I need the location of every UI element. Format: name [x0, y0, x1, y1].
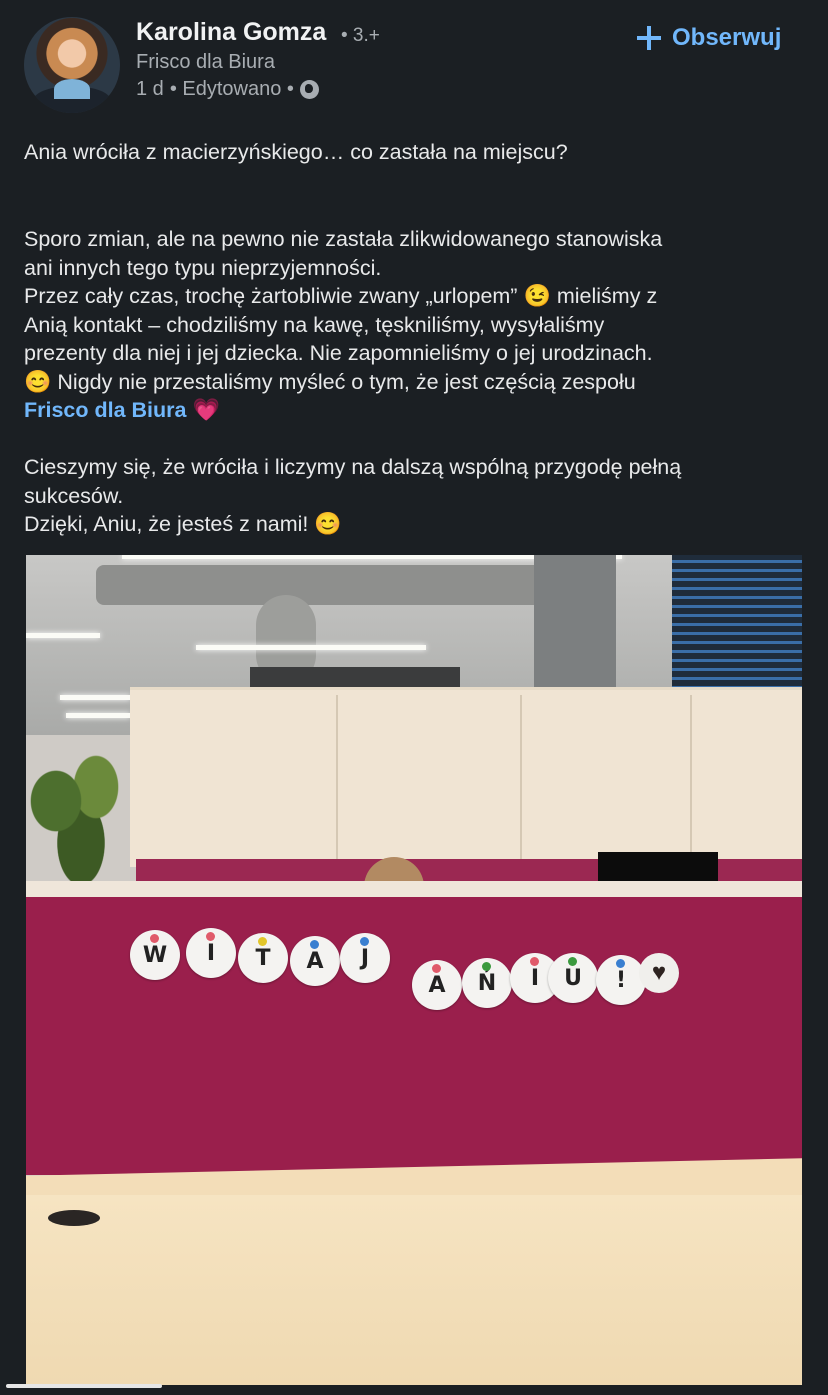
follow-label: Obserwuj [672, 24, 782, 51]
letter-disc: A [412, 960, 462, 1010]
post-line: Ania wróciła z macierzyńskiego… co zasta… [24, 140, 568, 164]
letter-disc: I [186, 928, 236, 978]
post-line: Cieszymy się, że wróciła i liczymy na da… [24, 455, 682, 479]
post-meta: 1 d • Edytowano • [136, 78, 319, 101]
post-line: prezenty dla niej i jej dziecka. Nie zap… [24, 341, 653, 365]
heart-disc: ♥ [639, 953, 679, 993]
post-time: 1 d [136, 78, 164, 100]
plus-icon [636, 25, 662, 51]
smile-emoji: 😊 [24, 368, 52, 394]
photo-lamp [26, 633, 100, 638]
photo-seam [520, 695, 522, 865]
photo-monitor [598, 852, 718, 882]
post-line: sukcesów. [24, 483, 124, 508]
photo-lamp [66, 713, 130, 718]
wink-emoji: 😉 [523, 283, 551, 308]
post-text: mieliśmy z [556, 284, 658, 308]
letter-disc: Ń [462, 958, 512, 1008]
author-company: Frisco dla Biura [136, 51, 275, 73]
photo-seam [336, 695, 338, 865]
photo-lamp [196, 645, 426, 650]
post-text: Przez cały czas, trochę żartobliwie zwan… [24, 284, 518, 308]
company-mention-link[interactable]: Frisco dla Biura [24, 398, 187, 422]
smile-emoji: 😊 [314, 511, 342, 536]
post-text: Nigdy nie przestaliśmy myśleć o tym, że … [57, 369, 636, 394]
photo-plant [26, 745, 126, 885]
post-line: Frisco dla Biura 💗 [24, 396, 814, 425]
photo-rail [26, 881, 802, 897]
letter-disc: A [290, 936, 340, 986]
post-line: ani innych tego typu nieprzyjemności. [24, 255, 382, 280]
post-paragraph: Sporo zmian, ale na pewno nie zastała zl… [24, 225, 814, 425]
follow-button[interactable]: Obserwuj [636, 20, 781, 56]
post-header: Karolina Gomza • 3.+ Frisco dla Biura 1 … [0, 0, 828, 130]
letter-disc: W [130, 930, 180, 980]
scrollbar[interactable] [6, 1384, 162, 1388]
post-line: Dzięki, Aniu, że jesteś z nami! 😊 [24, 510, 814, 539]
post-paragraph: Cieszymy się, że wróciła i liczymy na da… [24, 453, 814, 539]
letter-disc: J [340, 933, 390, 983]
post-line: 😊 Nigdy nie przestaliśmy myśleć o tym, ż… [24, 368, 814, 397]
author-avatar[interactable] [24, 17, 120, 113]
letter-disc: ! [596, 955, 646, 1005]
post-line: Anią kontakt – chodziliśmy na kawę, tęsk… [24, 312, 605, 337]
author-name[interactable]: Karolina Gomza [136, 18, 326, 47]
photo-back-wall [130, 687, 802, 867]
photo-desk-grommet [48, 1210, 100, 1226]
post-line: Przez cały czas, trochę żartobliwie zwan… [24, 282, 814, 311]
photo-desk [26, 1195, 802, 1385]
connection-degree: • 3.+ [341, 25, 380, 46]
letter-disc: T [238, 933, 288, 983]
post-text: Dzięki, Aniu, że jesteś z nami! [24, 512, 309, 536]
post-photo[interactable]: W I T A J A Ń I U ! ♥ [26, 555, 802, 1385]
photo-lamp [60, 695, 130, 700]
photo-seam [690, 695, 692, 865]
globe-icon [299, 80, 319, 99]
post-line: Sporo zmian, ale na pewno nie zastała zl… [24, 227, 663, 251]
letter-disc: U [548, 953, 598, 1003]
avatar-collar [54, 79, 90, 99]
heart-emoji: 💗 [192, 397, 220, 422]
edited-label: • Edytowano • [169, 78, 294, 100]
